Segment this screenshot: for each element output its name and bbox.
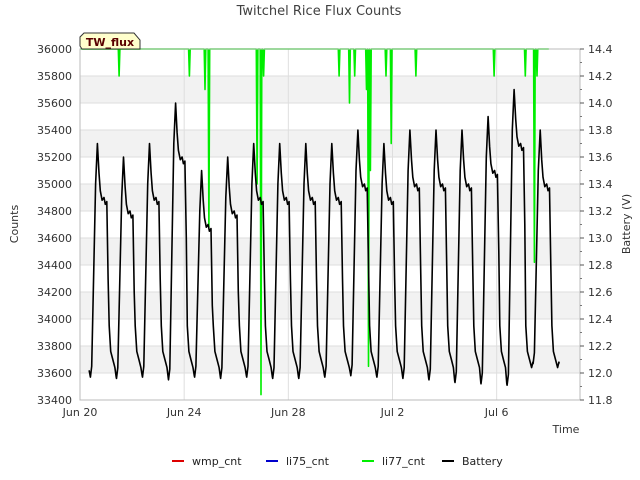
y-tick-label: 35800 xyxy=(37,70,72,83)
y-axis-title: Counts xyxy=(8,205,21,244)
x-tick-label: Jul 6 xyxy=(484,406,509,419)
y2-tick-label: 13.8 xyxy=(588,124,613,137)
y2-tick-label: 14.2 xyxy=(588,70,613,83)
y-tick-label: 35600 xyxy=(37,97,72,110)
y2-axis-title: Battery (V) xyxy=(620,194,633,254)
y2-tick-label: 12.8 xyxy=(588,259,613,272)
y-tick-label: 34000 xyxy=(37,313,72,326)
x-tick-label: Jun 28 xyxy=(270,406,306,419)
y-tick-label: 34400 xyxy=(37,259,72,272)
y2-tick-label: 12.6 xyxy=(588,286,613,299)
y2-tick-label: 12.4 xyxy=(588,313,613,326)
y-tick-label: 33800 xyxy=(37,340,72,353)
y-tick-label: 34200 xyxy=(37,286,72,299)
legend: wmp_cnt li75_cnt li77_cnt Battery xyxy=(172,455,503,468)
y-tick-label: 35000 xyxy=(37,178,72,191)
y2-tick-label: 13.2 xyxy=(588,205,613,218)
x-axis-title: Time xyxy=(552,423,580,436)
y2-tick-label: 14.0 xyxy=(588,97,613,110)
y2-tick-label: 12.2 xyxy=(588,340,613,353)
legend-label-wmp-cnt: wmp_cnt xyxy=(192,455,242,468)
y-tick-label: 34600 xyxy=(37,232,72,245)
site-tag: TW_flux xyxy=(79,32,141,50)
x-tick-label: Jul 2 xyxy=(380,406,405,419)
site-tag-label: TW_flux xyxy=(86,36,134,49)
chart-title: Twitchel Rice Flux Counts xyxy=(236,4,402,19)
y-tick-label: 33600 xyxy=(37,367,72,380)
grid-band xyxy=(80,238,580,265)
legend-label-Battery: Battery xyxy=(462,455,503,468)
y2-tick-label: 13.0 xyxy=(588,232,613,245)
flux-counts-chart: Twitchel Rice Flux Counts 33400336003380… xyxy=(8,4,633,468)
grid-band xyxy=(80,76,580,103)
y2-tick-label: 11.8 xyxy=(588,394,613,407)
y-tick-label: 36000 xyxy=(37,43,72,56)
y-tick-labels: 3340033600338003400034200344003460034800… xyxy=(37,43,72,407)
x-tick-label: Jun 20 xyxy=(62,406,98,419)
y2-tick-label: 13.4 xyxy=(588,178,613,191)
grid-band xyxy=(80,130,580,157)
legend-label-li75-cnt: li75_cnt xyxy=(286,455,330,468)
y-tick-label: 35400 xyxy=(37,124,72,137)
x-tick-label: Jun 24 xyxy=(166,406,202,419)
y2-tick-label: 13.6 xyxy=(588,151,613,164)
x-tick-labels: Jun 20 Jun 24 Jun 28 Jul 2 Jul 6 xyxy=(62,406,509,419)
y-tick-label: 35200 xyxy=(37,151,72,164)
grid-band xyxy=(80,292,580,319)
y2-tick-labels: 11.8 12.0 12.2 12.4 12.6 12.8 13.0 13.2 13.4 13.6… xyxy=(580,43,613,407)
y2-tick-label: 14.4 xyxy=(588,43,613,56)
legend-label-li77-cnt: li77_cnt xyxy=(382,455,426,468)
y-tick-label: 34800 xyxy=(37,205,72,218)
y2-tick-label: 12.0 xyxy=(588,367,613,380)
